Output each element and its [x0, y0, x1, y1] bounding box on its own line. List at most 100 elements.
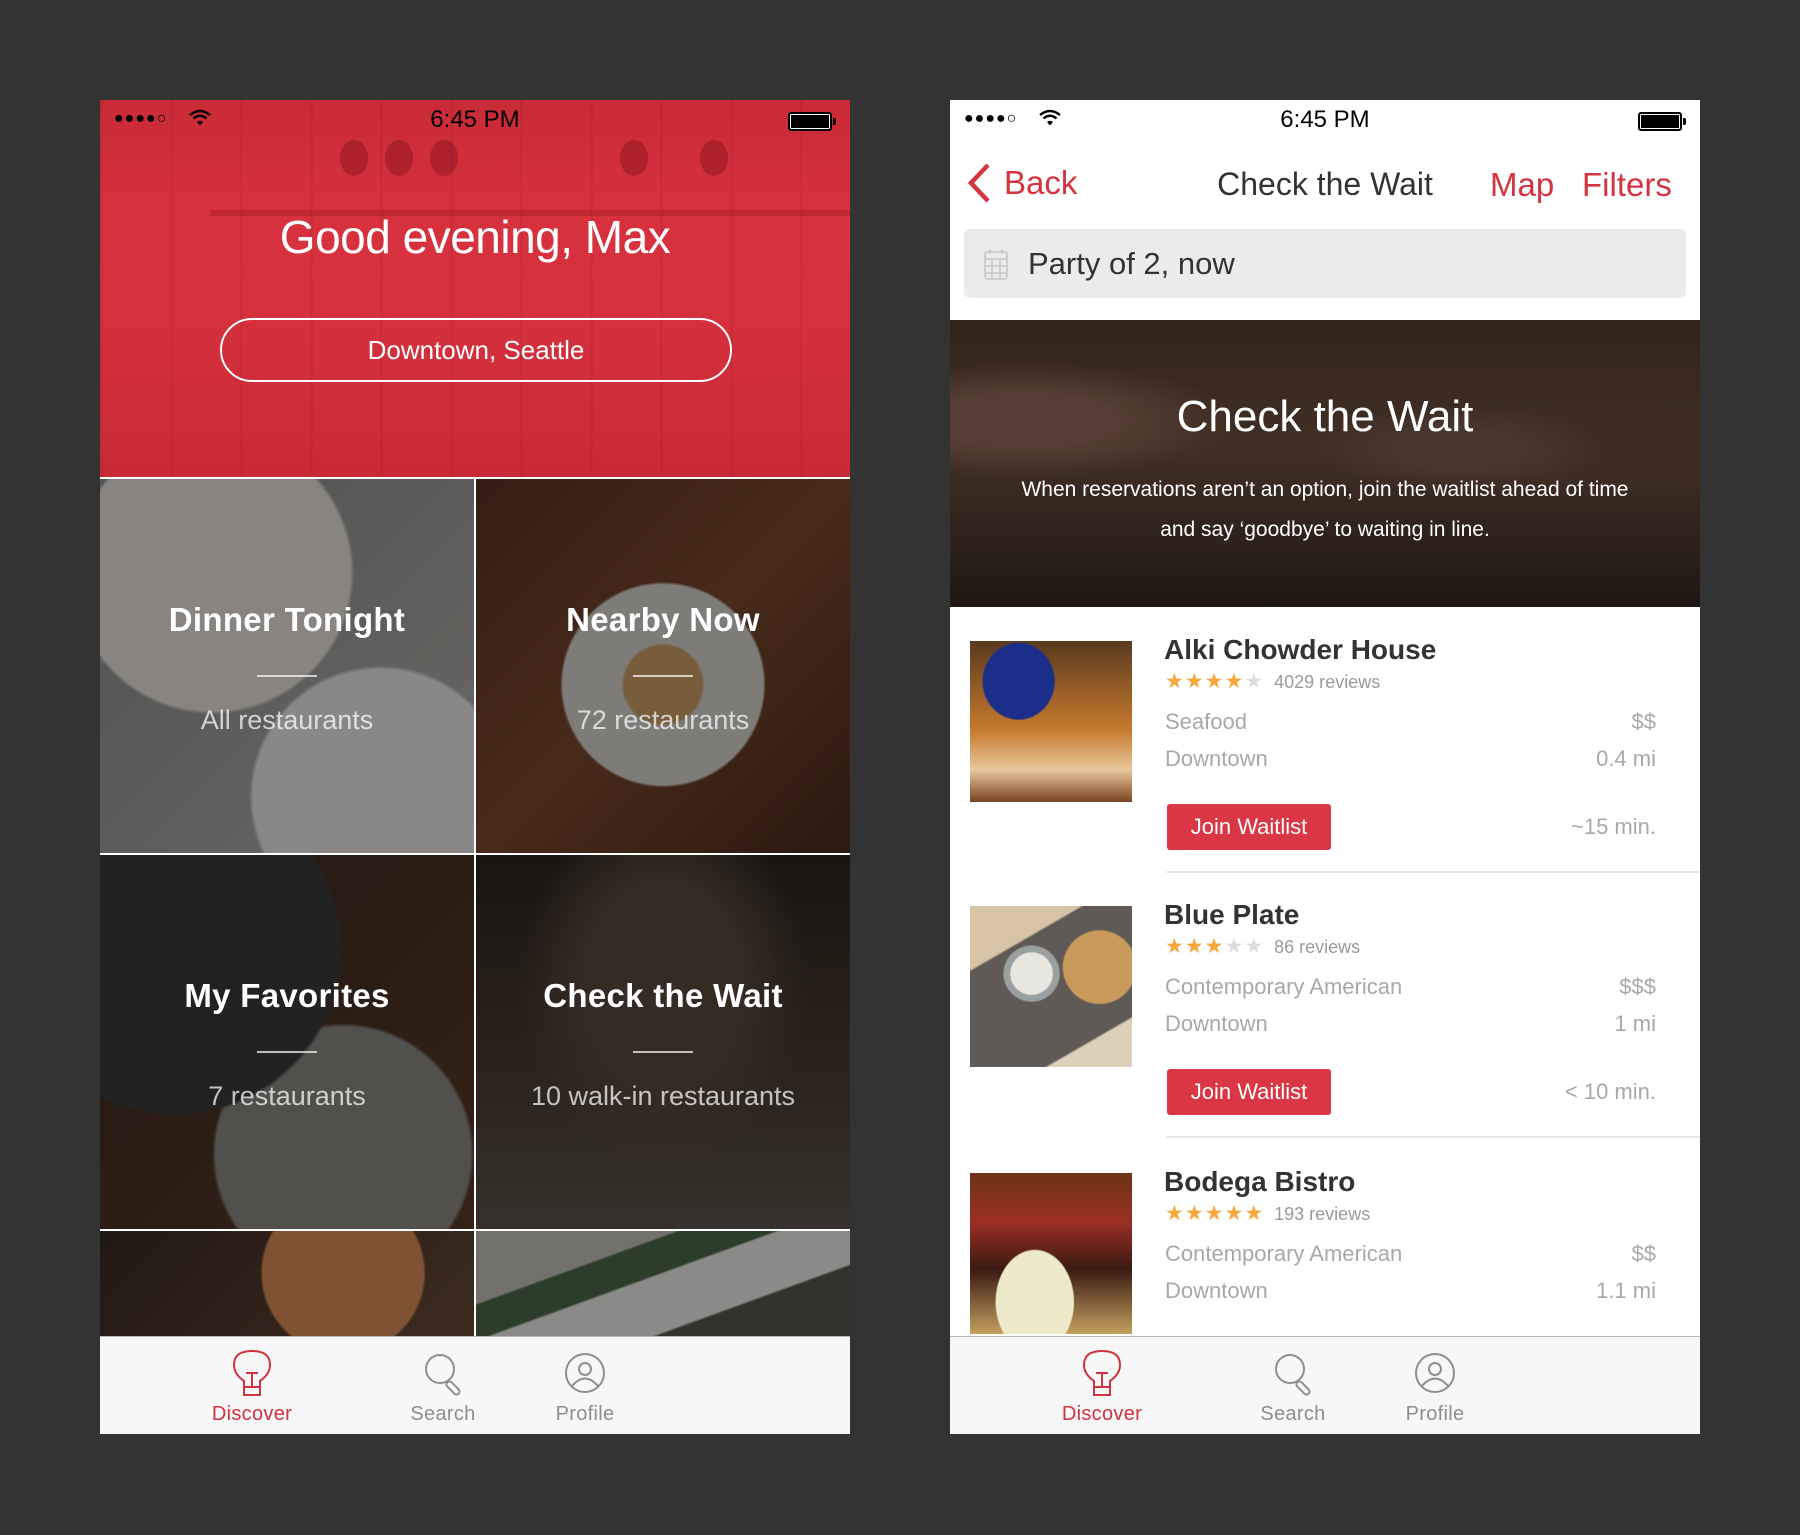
star-filled-icon: ★	[1165, 935, 1184, 958]
star-filled-icon: ★	[1224, 670, 1244, 693]
restaurant-thumbnail	[970, 1173, 1132, 1334]
hero-background-pan	[385, 140, 413, 176]
tile-subtitle: 10 walk-in restaurants	[530, 1081, 796, 1111]
banner-title: Check the Wait	[1176, 392, 1474, 441]
tile-divider	[257, 675, 317, 677]
restaurant-distance: 1.1 mi	[1596, 1278, 1656, 1303]
tile-subtitle: All restaurants	[200, 705, 374, 735]
star-rating: ★ ★ ★ ★ ★	[1165, 671, 1264, 693]
tile-title: My Favorites	[184, 977, 390, 1014]
search-icon	[1275, 1354, 1311, 1396]
tile-check-the-wait[interactable]: Check the Wait 10 walk-in restaurants	[476, 855, 850, 1229]
tab-profile[interactable]: Profile	[505, 1337, 665, 1434]
tile-title: Nearby Now	[566, 601, 760, 638]
tab-bar: Discover Search Profile	[950, 1336, 1700, 1434]
star-empty-icon: ★	[1244, 935, 1264, 958]
star-filled-icon: ★	[1204, 1202, 1224, 1225]
navigation-bar: Back Check the Wait Map Filters	[950, 140, 1700, 225]
restaurant-list-item[interactable]: Alki Chowder House ★ ★ ★ ★ ★ 4029 reviews Se…	[950, 607, 1700, 873]
hero-background-pan	[700, 140, 728, 176]
tile-title: Check the Wait	[543, 977, 783, 1014]
restaurant-distance: 0.4 mi	[1596, 746, 1656, 771]
check-the-wait-screen: ●●●●○ 6:45 PM Back Check the Wait Map Fi…	[950, 100, 1700, 1434]
lightbulb-icon	[1082, 1349, 1122, 1396]
star-filled-icon: ★	[1165, 1202, 1184, 1225]
restaurant-cuisine: Seafood	[1165, 709, 1247, 734]
join-waitlist-button[interactable]: Join Waitlist	[1167, 804, 1331, 850]
status-time: 6:45 PM	[1280, 106, 1370, 133]
filters-button[interactable]: Filters	[1582, 166, 1672, 204]
star-empty-icon: ★	[1244, 670, 1264, 693]
star-rating: ★ ★ ★ ★ ★	[1165, 1203, 1264, 1225]
tile-overlay	[476, 479, 850, 853]
tile-overlay	[476, 1231, 850, 1336]
calendar-icon	[984, 248, 1008, 280]
tile-divider	[257, 1051, 317, 1053]
tab-label: Search	[1260, 1403, 1326, 1425]
tab-search[interactable]: Search	[363, 1337, 523, 1434]
restaurant-name: Blue Plate	[1164, 899, 1300, 930]
restaurant-price: $$$	[1619, 974, 1656, 999]
profile-icon	[1415, 1353, 1455, 1393]
tile-sushi-partial[interactable]	[476, 1231, 850, 1336]
review-count: 193 reviews	[1274, 1203, 1371, 1224]
review-count: 4029 reviews	[1274, 671, 1381, 692]
star-filled-icon: ★	[1184, 1202, 1204, 1225]
tile-title: Dinner Tonight	[168, 601, 406, 638]
greeting-heading: Good evening, Max	[279, 211, 671, 263]
star-filled-icon: ★	[1244, 1202, 1264, 1225]
tab-discover[interactable]: Discover	[172, 1337, 332, 1434]
star-filled-icon: ★	[1184, 935, 1204, 958]
tile-dinner-tonight[interactable]: Dinner Tonight All restaurants	[100, 479, 474, 853]
star-filled-icon: ★	[1204, 670, 1224, 693]
battery-full-icon	[788, 112, 836, 131]
restaurant-price: $$	[1631, 709, 1656, 734]
hero-background-pan	[620, 140, 648, 176]
check-the-wait-banner: Check the Wait When reservations aren’t …	[950, 320, 1700, 607]
wait-time: ~15 min.	[1571, 814, 1656, 839]
restaurant-area: Downtown	[1165, 1011, 1268, 1036]
tab-label: Profile	[1405, 1403, 1465, 1425]
status-bar: ●●●●○ 6:45 PM	[100, 100, 850, 140]
restaurant-thumbnail	[970, 641, 1132, 802]
tile-pizza-partial[interactable]	[100, 1231, 474, 1336]
category-grid: Dinner Tonight All restaurants Nearby No…	[100, 477, 850, 1336]
banner-overlay	[950, 320, 1700, 607]
tile-divider	[633, 1051, 693, 1053]
tab-profile[interactable]: Profile	[1355, 1337, 1515, 1434]
join-waitlist-button[interactable]: Join Waitlist	[1167, 1069, 1331, 1115]
tab-label: Discover	[1061, 1403, 1143, 1425]
tile-overlay	[100, 855, 474, 1229]
restaurant-rating: ★ ★ ★ ★ ★ 4029 reviews	[1165, 671, 1380, 693]
star-filled-icon: ★	[1184, 670, 1204, 693]
restaurant-list-item[interactable]: Blue Plate ★ ★ ★ ★ ★ 86 reviews Contemporary…	[950, 872, 1700, 1138]
discover-screen: Good evening, Max Downtown, Seattle ●●●●…	[100, 100, 850, 1434]
star-filled-icon: ★	[1224, 1202, 1244, 1225]
restaurant-price: $$	[1631, 1241, 1656, 1266]
tile-my-favorites[interactable]: My Favorites 7 restaurants	[100, 855, 474, 1229]
tile-subtitle: 72 restaurants	[576, 705, 750, 735]
list-divider	[1166, 1136, 1700, 1138]
tile-overlay	[476, 855, 850, 1229]
restaurant-area: Downtown	[1165, 746, 1268, 771]
star-filled-icon: ★	[1204, 935, 1224, 958]
star-empty-icon: ★	[1224, 935, 1244, 958]
tab-search[interactable]: Search	[1213, 1337, 1373, 1434]
battery-full-icon	[1638, 112, 1686, 131]
tab-label: Discover	[211, 1403, 293, 1425]
tile-subtitle: 7 restaurants	[208, 1081, 366, 1111]
location-button[interactable]: Downtown, Seattle	[220, 318, 732, 382]
tile-divider	[633, 675, 693, 677]
restaurant-cuisine: Contemporary American	[1165, 974, 1403, 999]
tab-discover[interactable]: Discover	[1022, 1337, 1182, 1434]
map-button[interactable]: Map	[1490, 166, 1554, 204]
star-rating: ★ ★ ★ ★ ★	[1165, 936, 1264, 958]
restaurant-name: Alki Chowder House	[1164, 634, 1437, 665]
restaurant-rating: ★ ★ ★ ★ ★ 86 reviews	[1165, 936, 1360, 958]
party-size-time-field[interactable]: Party of 2, now	[964, 229, 1686, 298]
tile-overlay	[100, 479, 474, 853]
profile-icon	[565, 1353, 605, 1393]
restaurant-name: Bodega Bistro	[1164, 1166, 1356, 1197]
restaurant-area: Downtown	[1165, 1278, 1268, 1303]
tile-nearby-now[interactable]: Nearby Now 72 restaurants	[476, 479, 850, 853]
